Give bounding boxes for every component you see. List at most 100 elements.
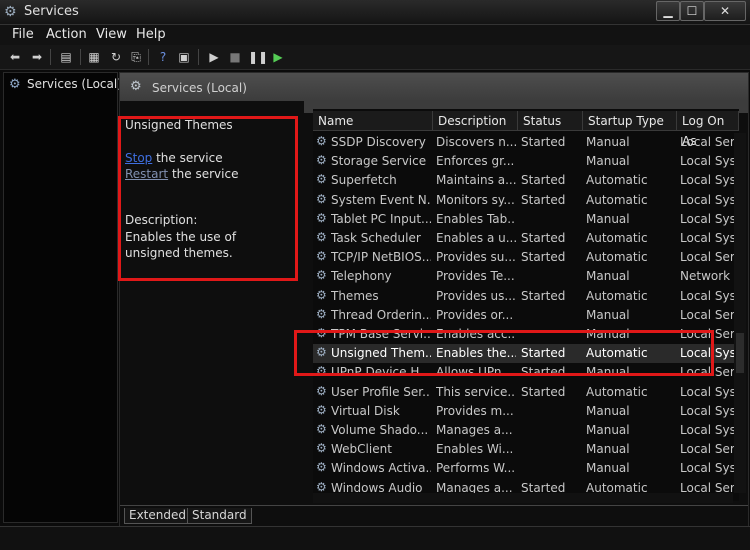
cell-startup-type: Manual [586, 442, 630, 457]
service-row[interactable]: ⚙ Volume Shado... Manages a... Manual Local … [313, 421, 739, 440]
service-gear-icon: ⚙ [316, 134, 327, 148]
service-row[interactable]: ⚙ Telephony Provides Te... Manual Network [313, 267, 739, 286]
services-gear-icon: ⚙ [4, 4, 17, 20]
cell-status: Started [521, 384, 566, 399]
minimize-button[interactable]: ▁ [656, 1, 680, 21]
cell-startup-type: Manual [586, 269, 630, 284]
service-row[interactable]: ⚙ WebClient Enables Wi... Manual Local Ser [313, 440, 739, 459]
maximize-button[interactable]: ☐ [680, 1, 704, 21]
service-row[interactable]: ⚙ Tablet PC Input... Enables Tab... Manual L… [313, 210, 739, 229]
cell-name: Volume Shado... [331, 423, 429, 437]
service-row[interactable]: ⚙ SSDP Discovery Discovers n... Started Manu… [313, 133, 739, 152]
cell-name: WebClient [331, 442, 392, 457]
horizontal-scrollbar[interactable] [313, 493, 733, 503]
cell-status: Started [521, 231, 566, 245]
column-header-log-on-as[interactable]: Log On As [677, 111, 739, 148]
column-header-status[interactable]: Status [518, 111, 583, 131]
cell-startup-type: Manual [586, 461, 630, 476]
service-row[interactable]: ⚙ Thread Orderin... Provides or... Manual Lo… [313, 306, 739, 325]
service-gear-icon: ⚙ [316, 441, 327, 456]
cell-name: Storage Service [331, 154, 427, 169]
cell-log-on-as: Local Sys [680, 173, 736, 188]
cell-name: Superfetch [331, 173, 397, 188]
properties-icon[interactable]: ▦ [86, 49, 102, 65]
cell-log-on-as: Local Sys [680, 192, 736, 207]
scrollbar-thumb[interactable] [736, 333, 744, 373]
service-row[interactable]: ⚙ Themes Provides us... Started Automatic Loc… [313, 287, 739, 306]
service-row[interactable]: ⚙ Task Scheduler Enables a u... Started Auto… [313, 229, 739, 248]
cell-log-on-as: Local Ser [680, 135, 735, 149]
cell-description: Enables Wi... [436, 442, 514, 457]
stop-icon[interactable]: ■ [227, 49, 243, 65]
cell-description: Performs W... [436, 461, 516, 476]
service-gear-icon: ⚙ [316, 383, 327, 398]
window-title: Services [24, 4, 79, 19]
service-row[interactable]: ⚙ TCP/IP NetBIOS... Provides su... Started A… [313, 248, 739, 267]
pane-header: ⚙ Services (Local) [120, 73, 748, 101]
cell-log-on-as: Local Sys [680, 154, 736, 169]
cell-description: Manages a... [436, 423, 513, 437]
column-header-name[interactable]: Name [313, 111, 433, 131]
tree-node-services-local[interactable]: Services (Local) [27, 77, 122, 91]
help-icon[interactable]: ? [155, 49, 171, 65]
cell-status: Started [521, 173, 566, 188]
menu-action[interactable]: Action [46, 27, 87, 42]
service-row[interactable]: ⚙ Storage Service Enforces gr... Manual Loca… [313, 152, 739, 171]
cell-name: Telephony [331, 269, 392, 284]
cell-name: Task Scheduler [331, 231, 421, 245]
service-row[interactable]: ⚙ Superfetch Maintains a... Started Automati… [313, 171, 739, 190]
pause-icon[interactable]: ❚❚ [248, 49, 268, 65]
cell-description: Discovers n... [436, 135, 516, 149]
show-hide-icon[interactable]: ▣ [176, 49, 192, 65]
cell-startup-type: Automatic [586, 173, 648, 188]
column-header-startup-type[interactable]: Startup Type [583, 111, 677, 131]
cell-description: Enforces gr... [436, 154, 515, 169]
menu-view[interactable]: View [96, 27, 127, 42]
service-row[interactable]: ⚙ Windows Activa... Performs W... Manual Loc… [313, 459, 739, 478]
cell-description: Monitors sy... [436, 192, 515, 207]
status-bar [0, 526, 750, 550]
cell-description: This service... [436, 384, 516, 399]
back-icon[interactable]: ⬅ [7, 49, 23, 65]
service-gear-icon: ⚙ [316, 230, 327, 244]
cell-description: Provides us... [436, 288, 516, 303]
menu-help[interactable]: Help [136, 27, 166, 42]
forward-icon[interactable]: ➡ [29, 49, 45, 65]
service-gear-icon: ⚙ [316, 479, 327, 494]
restart-icon[interactable]: ▶ [270, 49, 286, 65]
cell-startup-type: Manual [586, 403, 630, 418]
cell-log-on-as: Local Sys [680, 211, 736, 226]
close-button[interactable]: ✕ [704, 1, 746, 21]
service-row[interactable]: ⚙ Virtual Disk Provides m... Manual Local Sy… [313, 402, 739, 421]
cell-log-on-as: Local Ser [680, 250, 735, 265]
tab-extended[interactable]: Extended [124, 508, 191, 524]
service-row[interactable]: ⚙ System Event N... Monitors sy... Started A… [313, 191, 739, 210]
export-list-icon[interactable]: ⎘ [128, 49, 144, 65]
cell-name: Tablet PC Input... [331, 211, 431, 226]
cell-log-on-as: Local Sys [680, 423, 736, 437]
tab-standard[interactable]: Standard [187, 508, 252, 524]
cell-status: Started [521, 135, 566, 149]
start-icon[interactable]: ▶ [206, 49, 222, 65]
highlight-box-extended-info [118, 116, 298, 281]
cell-description: Enables a u... [436, 231, 516, 245]
cell-description: Provides Te... [436, 269, 515, 284]
pane-title: Services (Local) [152, 81, 247, 95]
column-header-description[interactable]: Description [433, 111, 518, 131]
highlight-box-selected-service [294, 330, 714, 376]
cell-description: Maintains a... [436, 173, 516, 188]
vertical-scrollbar[interactable] [734, 133, 746, 493]
service-gear-icon: ⚙ [316, 422, 327, 436]
service-gear-icon: ⚙ [316, 210, 327, 225]
cell-log-on-as: Local Ser [680, 307, 735, 322]
console-tree-icon[interactable]: ▤ [58, 49, 74, 65]
cell-log-on-as: Local Sys [680, 461, 736, 476]
cell-name: Thread Orderin... [331, 307, 431, 322]
services-list: Name Description Status Startup Type Log… [313, 109, 739, 501]
cell-startup-type: Automatic [586, 288, 648, 303]
cell-name: Themes [331, 288, 379, 303]
refresh-icon[interactable]: ↻ [108, 49, 124, 65]
service-row[interactable]: ⚙ User Profile Ser... This service... Start… [313, 383, 739, 402]
menu-file[interactable]: File [12, 27, 34, 42]
toolbar: ⬅ ➡ ▤ ▦ ↻ ⎘ ? ▣ ▶ ■ ❚❚ ▶ [0, 45, 750, 70]
